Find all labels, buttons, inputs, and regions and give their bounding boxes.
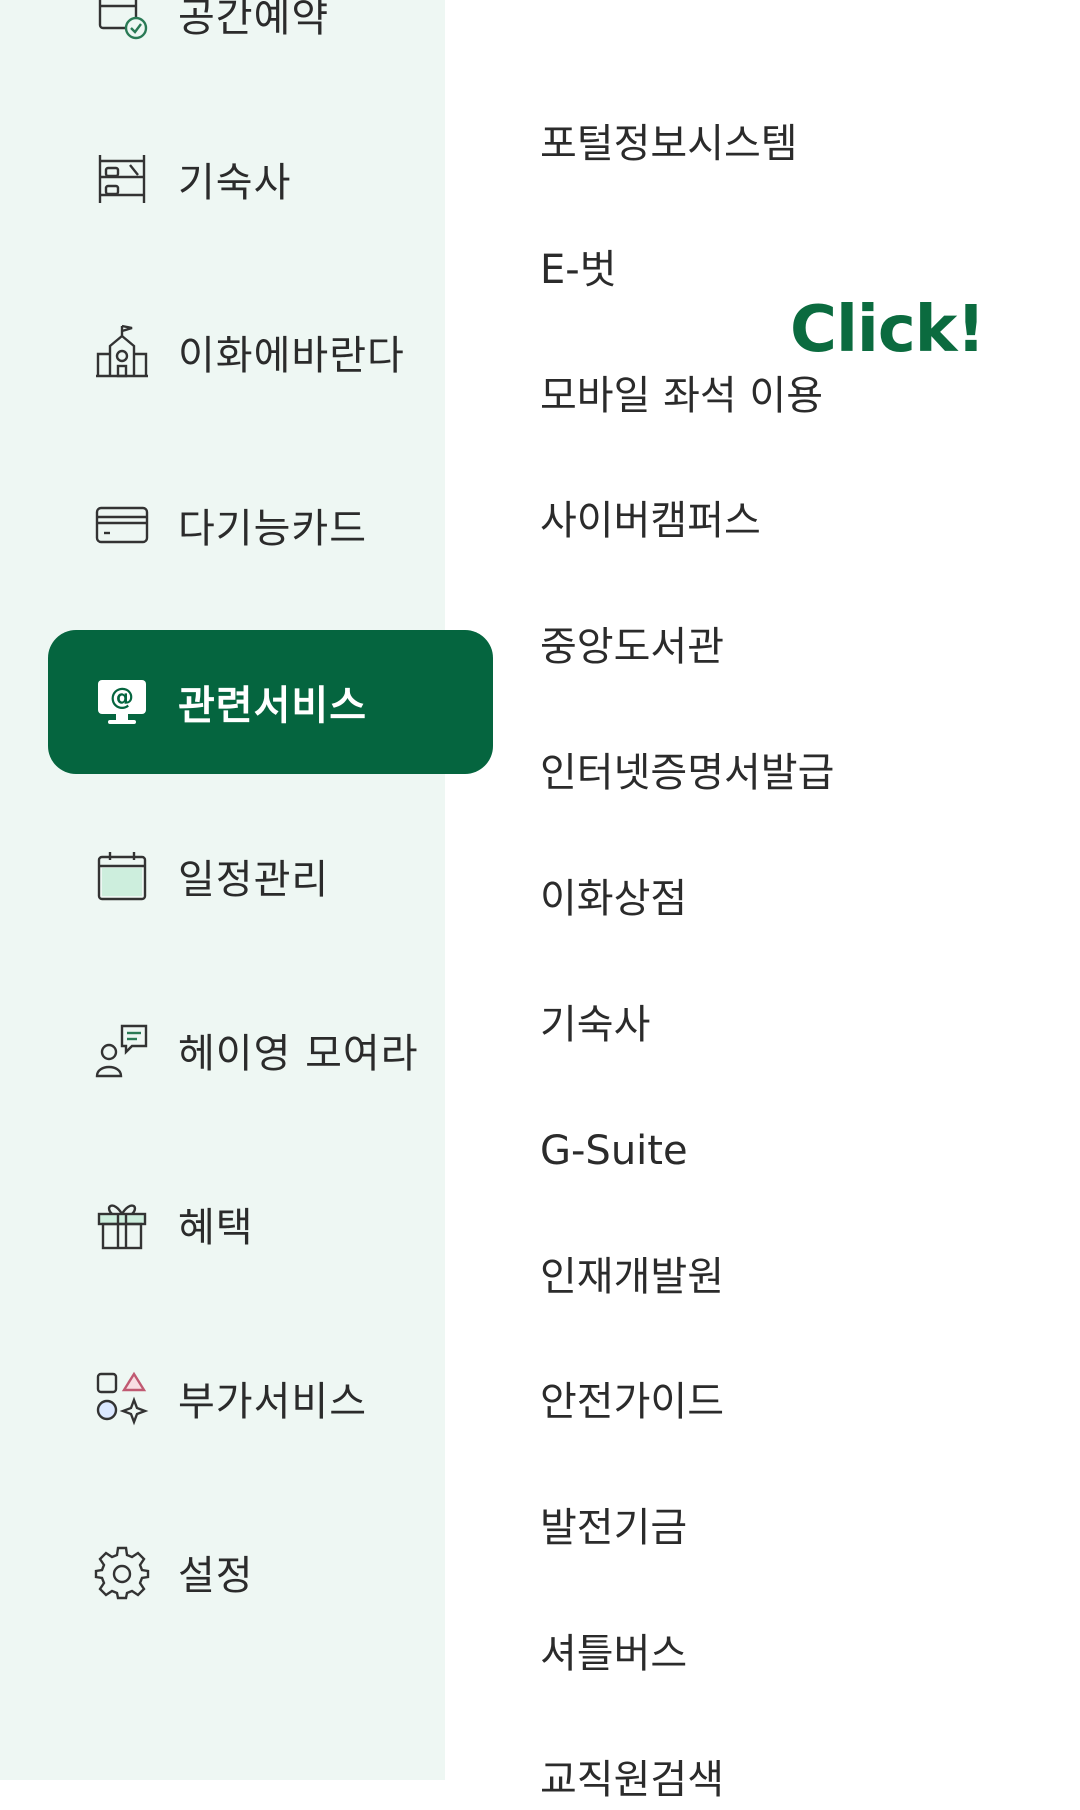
school-building-icon xyxy=(94,324,150,380)
sidebar-item-settings[interactable]: 설정 xyxy=(48,1500,493,1644)
sidebar-item-space-reservation[interactable]: 공간예약 xyxy=(48,0,493,86)
service-item[interactable]: 교직원검색 xyxy=(540,1750,724,1810)
svg-text:@: @ xyxy=(110,683,134,711)
service-item[interactable]: 이화상점 xyxy=(540,869,687,929)
sidebar-item-hey-young[interactable]: 헤이영 모여라 xyxy=(48,978,493,1122)
click-annotation: Click! xyxy=(790,293,986,367)
sidebar-item-label: 일정관리 xyxy=(178,857,330,903)
credit-card-icon xyxy=(94,497,150,553)
person-chat-icon xyxy=(94,1022,150,1078)
sidebar-item-related-services[interactable]: @ 관련서비스 xyxy=(48,630,493,774)
sidebar-item-ewha-veranda[interactable]: 이화에바란다 xyxy=(48,280,493,424)
service-item[interactable]: 중앙도서관 xyxy=(540,617,724,677)
sidebar-item-multi-card[interactable]: 다기능카드 xyxy=(48,453,493,597)
shapes-sparkle-icon xyxy=(94,1370,150,1426)
service-item[interactable]: 안전가이드 xyxy=(540,1372,724,1432)
service-item[interactable]: 셔틀버스 xyxy=(540,1624,687,1684)
service-item[interactable]: G-Suite xyxy=(540,1121,688,1181)
sidebar: 공간예약 기숙사 이화에바란다 다기능카드 @ 관련서비스 일정관리 헤이영 모… xyxy=(0,0,493,1780)
sidebar-item-schedule[interactable]: 일정관리 xyxy=(48,804,493,948)
monitor-at-icon: @ xyxy=(94,674,150,730)
service-item[interactable]: 인터넷증명서발급 xyxy=(540,743,834,803)
sidebar-item-label: 다기능카드 xyxy=(178,506,367,552)
calendar-icon xyxy=(94,848,150,904)
sidebar-item-label: 이화에바란다 xyxy=(178,333,405,379)
sidebar-item-label: 혜택 xyxy=(178,1205,254,1251)
calendar-check-icon xyxy=(94,0,150,42)
service-item[interactable]: E-벗 xyxy=(540,240,617,300)
service-item[interactable]: 포털정보시스템 xyxy=(540,114,798,174)
sidebar-item-label: 기숙사 xyxy=(178,160,292,206)
sidebar-item-label: 관련서비스 xyxy=(178,683,367,729)
service-item[interactable]: 모바일 좌석 이용 xyxy=(540,366,823,426)
sidebar-item-benefits[interactable]: 혜택 xyxy=(48,1152,493,1296)
bunk-bed-icon xyxy=(94,151,150,207)
sidebar-item-dormitory[interactable]: 기숙사 xyxy=(48,107,493,251)
service-item[interactable]: 발전기금 xyxy=(540,1498,687,1558)
service-item[interactable]: 사이버캠퍼스 xyxy=(540,491,761,551)
sidebar-item-additional-services[interactable]: 부가서비스 xyxy=(48,1326,493,1470)
sidebar-item-label: 설정 xyxy=(178,1553,254,1599)
gear-icon xyxy=(94,1544,150,1600)
sidebar-item-label: 공간예약 xyxy=(178,0,330,41)
sidebar-item-label: 부가서비스 xyxy=(178,1379,367,1425)
sidebar-item-label: 헤이영 모여라 xyxy=(178,1031,419,1077)
service-item[interactable]: 기숙사 xyxy=(540,995,650,1055)
gift-icon xyxy=(94,1196,150,1252)
service-item[interactable]: 인재개발원 xyxy=(540,1247,724,1307)
